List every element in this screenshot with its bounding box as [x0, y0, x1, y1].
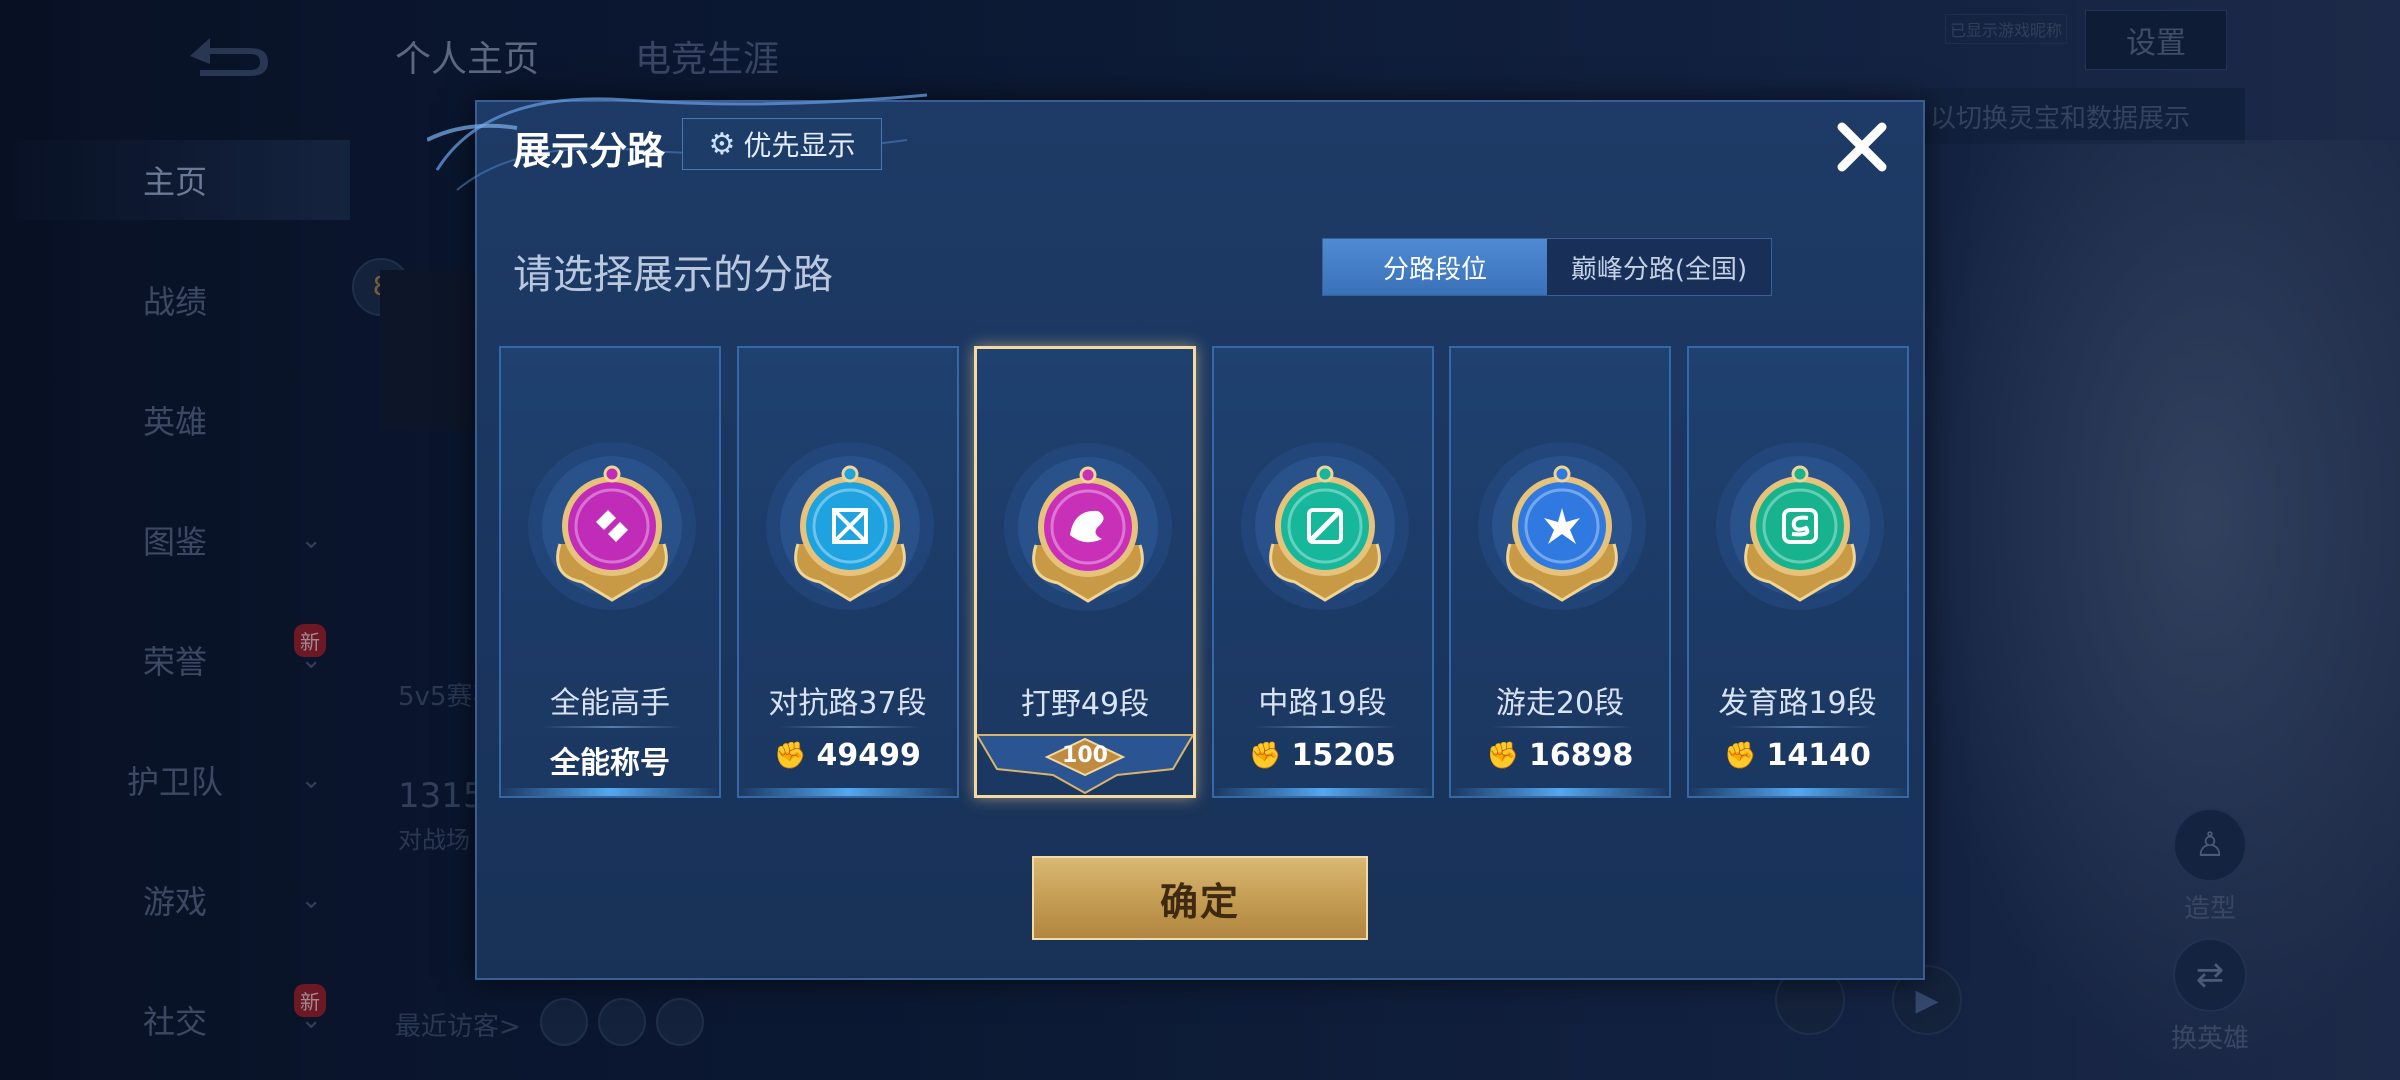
lane-mode-toggle: 分路段位 巅峰分路(全国): [1322, 238, 1772, 296]
lane-card-title: 游走20段: [1495, 686, 1625, 721]
confirm-label: 确定: [1159, 879, 1240, 924]
score-value: 14140: [1766, 738, 1871, 773]
lane-card-score: ✊ 16898: [1451, 738, 1669, 773]
score-value: 全能称号: [550, 746, 670, 781]
all-round-emblem-icon: [522, 436, 702, 616]
lane-card-score: 全能称号: [501, 738, 719, 782]
lane-card[interactable]: 发育路19段 ✊ 14140: [1686, 346, 1909, 798]
divider: [541, 726, 683, 728]
divider: [1728, 726, 1871, 728]
card-glow: [1213, 788, 1432, 796]
lane-card[interactable]: 打野49段 100: [974, 346, 1196, 798]
lane-card-title: 对抗路37段: [768, 686, 927, 721]
close-icon: [1837, 122, 1887, 172]
level-100-badge: 100: [975, 729, 1195, 795]
power-icon: ✊: [774, 740, 807, 771]
lane-card[interactable]: 中路19段 ✊ 15205: [1211, 346, 1434, 798]
lane-card-score: ✊ 15205: [1214, 738, 1432, 773]
power-icon: ✊: [1249, 740, 1282, 771]
tab-lane-rank[interactable]: 分路段位: [1323, 239, 1547, 295]
farm-lane-emblem-icon: [1710, 436, 1890, 616]
lane-card-list: 全能高手 全能称号 对抗路37段 ✊ 49499 打野49段 100 中路19段 ✊ 15205 游…: [499, 346, 1909, 798]
lane-card-title: 全能高手: [550, 686, 670, 721]
divider: [1253, 726, 1396, 728]
card-glow: [1451, 788, 1669, 796]
dialog-title: 展示分路: [513, 129, 666, 173]
jungle-emblem-icon: [998, 437, 1178, 617]
divider: [778, 726, 921, 728]
card-glow: [1688, 788, 1907, 796]
power-icon: ✊: [1486, 740, 1519, 771]
score-value: 49499: [816, 738, 921, 773]
roam-emblem-icon: [1472, 436, 1652, 616]
lane-card[interactable]: 游走20段 ✊ 16898: [1449, 346, 1671, 798]
lane-card-title: 打野49段: [1020, 687, 1150, 722]
level-number: 100: [1062, 743, 1108, 768]
mid-lane-emblem-icon: [1235, 436, 1415, 616]
select-lane-subtitle: 请选择展示的分路: [513, 252, 833, 298]
card-glow: [738, 788, 957, 796]
confirm-button[interactable]: 确定: [1032, 856, 1368, 940]
power-icon: ✊: [1724, 740, 1757, 771]
tab-peak-lane[interactable]: 巅峰分路(全国): [1547, 239, 1771, 295]
lane-card[interactable]: 对抗路37段 ✊ 49499: [736, 346, 959, 798]
priority-display-button[interactable]: ⚙ 优先显示: [682, 118, 882, 170]
lane-card-title: 发育路19段: [1718, 686, 1877, 721]
close-button[interactable]: [1827, 112, 1897, 182]
score-value: 16898: [1529, 738, 1634, 773]
divider: [1491, 726, 1633, 728]
card-glow: [501, 788, 719, 796]
gear-icon: ⚙: [708, 126, 736, 162]
lane-card-score: ✊ 49499: [739, 738, 957, 773]
lane-card[interactable]: 全能高手 全能称号: [499, 346, 721, 798]
lane-display-dialog: 展示分路 ⚙ 优先显示 请选择展示的分路 分路段位 巅峰分路(全国) 全能高手全…: [427, 93, 1925, 980]
clash-lane-emblem-icon: [760, 436, 940, 616]
score-value: 15205: [1291, 738, 1396, 773]
lane-card-title: 中路19段: [1258, 686, 1387, 721]
priority-label: 优先显示: [743, 129, 856, 162]
lane-card-score: ✊ 14140: [1689, 738, 1907, 773]
